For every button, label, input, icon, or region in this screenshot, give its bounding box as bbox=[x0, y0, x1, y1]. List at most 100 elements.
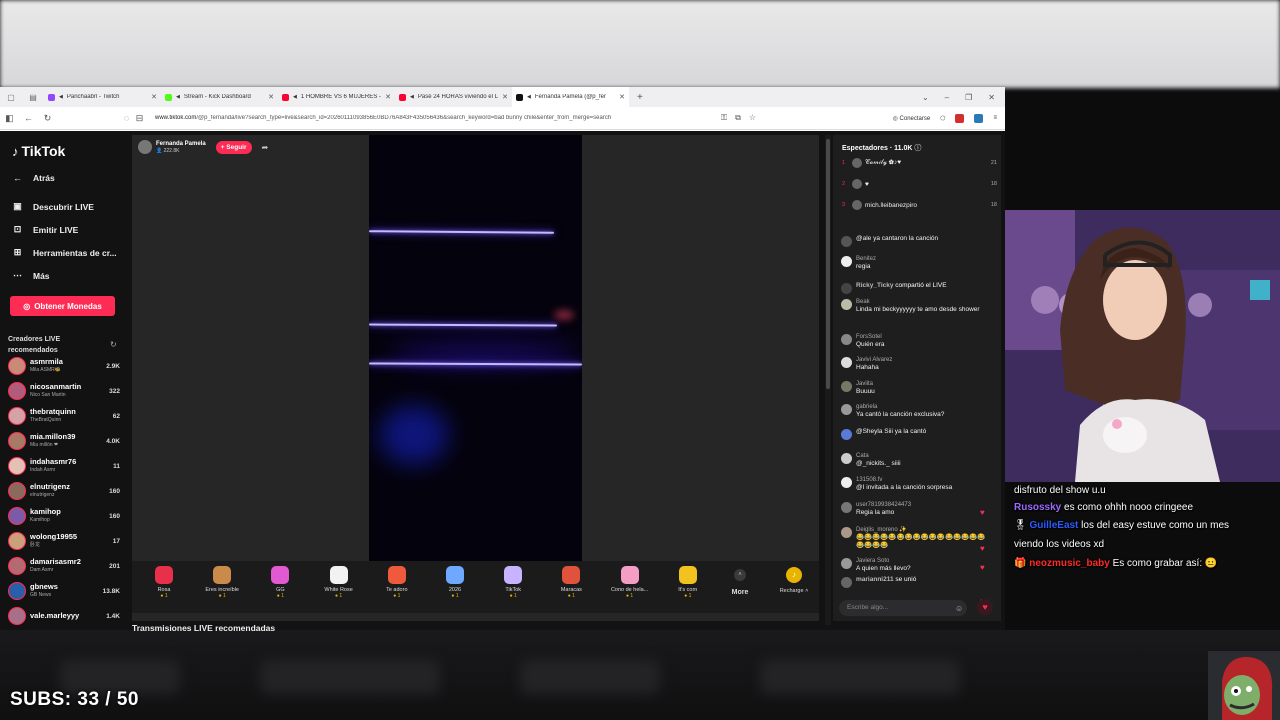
chat-input[interactable]: Escribe algo... bbox=[839, 600, 967, 616]
browser-tab[interactable]: ◀ Panchaabrl - Twitch ✕ bbox=[44, 87, 161, 107]
recharge-button[interactable]: ♪ Recharge ˄ bbox=[772, 567, 816, 594]
gift-item[interactable]: Maracas ● 1 bbox=[542, 566, 600, 599]
creator-list-item[interactable]: thebratquinn TheBratQuinn 62 bbox=[8, 405, 120, 427]
chat-avatar[interactable] bbox=[841, 283, 852, 294]
creator-list-item[interactable]: elnutrigenz elnutrigenz 160 bbox=[8, 480, 120, 502]
gift-item[interactable]: Te adoro ● 1 bbox=[368, 566, 426, 599]
sidebar-item[interactable]: ▣ Descubrir LIVE bbox=[12, 201, 94, 212]
close-tab-icon[interactable]: ✕ bbox=[385, 93, 391, 101]
chat-avatar[interactable] bbox=[841, 404, 852, 415]
chat-avatar[interactable] bbox=[841, 429, 852, 440]
chat-username[interactable]: 131508.fv bbox=[856, 476, 952, 484]
chat-username[interactable]: Beak bbox=[856, 298, 980, 306]
chat-username[interactable]: marianni211 bbox=[856, 576, 894, 583]
extensions-icon[interactable]: ⬡ bbox=[940, 115, 945, 122]
browser-tab[interactable]: ◀ Fernanda Pamela (@p_fer ✕ bbox=[512, 87, 629, 107]
chat-avatar[interactable] bbox=[841, 453, 852, 464]
bookmark-star-icon[interactable]: ☆ bbox=[749, 113, 756, 123]
audio-icon[interactable]: ◀ bbox=[410, 94, 414, 100]
page-scrollbar[interactable] bbox=[825, 135, 831, 625]
chat-avatar[interactable] bbox=[841, 577, 852, 588]
url-field[interactable]: www.tiktok.com/@p_fernanda/live?search_t… bbox=[155, 115, 715, 121]
chat-avatar[interactable] bbox=[841, 477, 852, 488]
gift-item[interactable]: 2026 ● 1 bbox=[426, 566, 484, 599]
extension-blue-icon[interactable] bbox=[974, 113, 984, 123]
get-coins-button[interactable]: ◎ Obtener Monedas bbox=[10, 296, 115, 316]
site-info-icon[interactable]: ⊟ bbox=[130, 113, 149, 124]
follow-button[interactable]: + Seguir bbox=[215, 140, 252, 154]
gift-item[interactable]: It's corn ● 1 bbox=[659, 566, 717, 599]
minimize-button[interactable]: – bbox=[945, 93, 949, 102]
gift-item[interactable]: Cono de hela... ● 1 bbox=[601, 566, 659, 599]
creator-list-item[interactable]: indahasmr76 Indah Asmr 11 bbox=[8, 455, 120, 477]
refresh-icon[interactable]: ↻ bbox=[110, 340, 117, 349]
top-viewer-row[interactable]: 3 mich.lleibanezpiro 18 bbox=[842, 199, 997, 211]
chat-avatar[interactable] bbox=[841, 527, 852, 538]
chat-avatar[interactable] bbox=[841, 558, 852, 569]
sidebar-item[interactable]: ⊡ Emitir LIVE bbox=[12, 224, 79, 235]
close-tab-icon[interactable]: ✕ bbox=[502, 93, 508, 101]
chat-avatar[interactable] bbox=[841, 381, 852, 392]
tab-list-icon[interactable]: ▢ bbox=[0, 93, 22, 102]
close-window-button[interactable]: ✕ bbox=[988, 93, 995, 102]
chat-username[interactable]: Javiera Soto bbox=[856, 557, 911, 565]
audio-icon[interactable]: ◀ bbox=[527, 94, 531, 100]
creator-list-item[interactable]: wolong19955 卧龙 17 bbox=[8, 530, 120, 552]
chat-username[interactable]: Javivi Alvarez bbox=[856, 356, 892, 364]
audio-icon[interactable]: ◀ bbox=[59, 94, 63, 100]
top-viewer-row[interactable]: 1 𝒞𝒶𝓂𝒾𝓁𝓎 ✿♪♥ 21 bbox=[842, 157, 997, 169]
gift-item[interactable]: GG ● 1 bbox=[251, 566, 309, 599]
chat-username[interactable]: Javiita bbox=[856, 380, 875, 388]
chat-avatar[interactable] bbox=[841, 236, 852, 247]
sidebar-item[interactable]: ⊞ Herramientas de cr... bbox=[12, 247, 117, 258]
gift-item[interactable]: Eres increíble ● 1 bbox=[193, 566, 251, 599]
close-tab-icon[interactable]: ✕ bbox=[151, 93, 157, 101]
chat-avatar[interactable] bbox=[841, 502, 852, 513]
extension-red-icon[interactable] bbox=[955, 113, 965, 123]
gift-item[interactable]: TikTok ● 1 bbox=[484, 566, 542, 599]
new-tab-button[interactable]: + bbox=[629, 92, 651, 103]
audio-icon[interactable]: ◀ bbox=[176, 94, 180, 100]
key-icon[interactable]: ⚿ bbox=[721, 113, 727, 123]
creator-list-item[interactable]: mia.millon39 Mia millón ❤ 4.0K bbox=[8, 430, 120, 452]
reload-button[interactable]: ↻ bbox=[38, 113, 57, 124]
chat-avatar[interactable] bbox=[841, 299, 852, 310]
top-viewer-row[interactable]: 2 ♥ 18 bbox=[842, 178, 997, 190]
chat-username[interactable]: gabriela bbox=[856, 403, 944, 411]
host-name[interactable]: Fernanda Pamela bbox=[156, 141, 206, 148]
browser-tab[interactable]: ◀1 HOMBRE VS 6 MUJERES - You ✕ bbox=[278, 87, 395, 107]
more-gifts-button[interactable]: ˄ More bbox=[729, 569, 751, 596]
emoji-icon[interactable]: ☺ bbox=[955, 604, 963, 613]
tiktok-logo[interactable]: ♪ TikTok bbox=[12, 143, 65, 159]
chat-username[interactable]: Deiglis_moreno ✨ bbox=[856, 526, 991, 534]
connect-button[interactable]: ◎ Conectarse bbox=[893, 115, 931, 122]
chat-username[interactable]: user7819938424473 bbox=[856, 501, 911, 509]
chat-avatar[interactable] bbox=[841, 357, 852, 368]
screenshot-icon[interactable]: ⧉ bbox=[735, 113, 741, 123]
restore-button[interactable]: ❐ bbox=[965, 93, 972, 102]
like-heart-button[interactable]: ♥ bbox=[977, 599, 993, 615]
gift-item[interactable]: Rosa ● 1 bbox=[135, 566, 193, 599]
live-video[interactable] bbox=[369, 135, 582, 561]
sidebar-item[interactable]: ⋯ Más bbox=[12, 270, 50, 281]
back-button[interactable]: ← bbox=[19, 113, 38, 123]
vertical-tabs-icon[interactable]: ▤ bbox=[22, 93, 44, 102]
app-menu-icon[interactable]: ≡ bbox=[993, 115, 997, 121]
viewers-heading[interactable]: Espectadores · 11.0K ⓘ bbox=[842, 143, 921, 153]
creator-list-item[interactable]: vale.marleyyy 1.4K bbox=[8, 605, 120, 627]
creator-list-item[interactable]: nicosanmartin Nico San Martin 322 bbox=[8, 380, 120, 402]
sidebar-item[interactable]: ← Atrás bbox=[12, 173, 55, 183]
chat-avatar[interactable] bbox=[841, 256, 852, 267]
audio-icon[interactable]: ◀ bbox=[293, 94, 297, 100]
chat-username[interactable]: Ricky_Ticky bbox=[856, 282, 893, 289]
creator-list-item[interactable]: damarisasmr2 Dam Asmr 201 bbox=[8, 555, 120, 577]
creator-list-item[interactable]: kamihop Kamihop 160 bbox=[8, 505, 120, 527]
host-avatar[interactable] bbox=[138, 140, 152, 154]
browser-tab[interactable]: ◀Pasé 24 HORAS viviendo el LUJO ✕ bbox=[395, 87, 512, 107]
chat-username[interactable]: Cata bbox=[856, 452, 901, 460]
gift-item[interactable]: White Rose ● 1 bbox=[310, 566, 368, 599]
tab-menu-chevron-icon[interactable]: ⌄ bbox=[922, 93, 929, 102]
share-icon[interactable]: ➦ bbox=[262, 143, 269, 152]
chat-username[interactable]: ForsSotel bbox=[856, 333, 885, 341]
browser-tab[interactable]: ◀ Stream - Kick Dashboard ✕ bbox=[161, 87, 278, 107]
